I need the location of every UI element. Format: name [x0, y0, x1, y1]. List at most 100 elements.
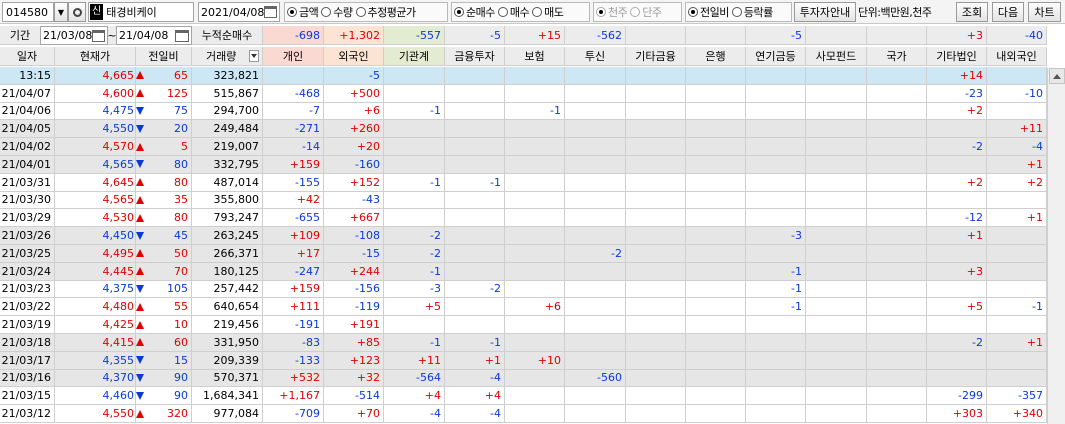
table-row[interactable]: 21/03/16 4,370 90 570,371 +532 +32 -564 -4 -560 — [0, 369, 1047, 388]
stock-code-input[interactable]: 014580 — [2, 2, 54, 22]
cumulative-net-buy-label: 누적순매수 — [192, 26, 263, 45]
investor-value-cell — [384, 209, 445, 228]
table-row[interactable]: 21/04/06 4,475 75 294,700 -7 +6 -1 -1 +2 — [0, 102, 1047, 121]
period-label: 기간 — [0, 26, 40, 45]
stock-name-field[interactable]: 신 태경비케이 — [88, 2, 194, 22]
table-row[interactable]: 21/03/26 4,450 45 263,245 +109 -108 -2 -3 +1 — [0, 227, 1047, 245]
column-header-16[interactable]: 내외국인 — [987, 47, 1047, 66]
volume-cell: 793,247 — [192, 209, 263, 228]
period-from-input[interactable]: 21/03/08 — [40, 26, 108, 45]
stock-code-dropdown-button[interactable]: ▼ — [54, 2, 68, 22]
chart-button[interactable]: 차트 — [1028, 2, 1061, 22]
column-header-label: 국가 — [886, 50, 907, 63]
scroll-up-arrow-icon[interactable] — [1049, 68, 1065, 84]
mode-radio-1[interactable]: 수량 — [321, 4, 353, 20]
vertical-scrollbar[interactable] — [1047, 68, 1065, 424]
column-header-8[interactable]: 보험 — [505, 47, 565, 66]
column-header-0[interactable]: 일자 — [0, 47, 55, 66]
price-cell: 4,550 — [55, 405, 136, 423]
table-row[interactable]: 21/03/15 4,460 90 1,684,341 +1,167 -514 +4 +4 -2… — [0, 387, 1047, 406]
trade-radio-2[interactable]: 매도 — [532, 4, 564, 20]
column-header-4[interactable]: 개인 — [263, 47, 324, 66]
column-header-13[interactable]: 사모펀드 — [806, 47, 867, 66]
investor-value-cell — [867, 227, 927, 245]
column-header-15[interactable]: 기타법인 — [927, 47, 987, 66]
table-row[interactable]: 21/03/29 4,530 80 793,247 -655 +667 -12 +1 — [0, 209, 1047, 228]
investor-value-cell — [806, 316, 867, 334]
unit-radio-group: 천주 단주 — [593, 2, 682, 22]
investor-value-cell: -3 — [746, 227, 806, 245]
table-row[interactable]: 21/04/07 4,600 125 515,867 -468 +500 -23 -10 — [0, 84, 1047, 103]
investor-value-cell: +10 — [505, 351, 565, 370]
change-cell: 5 — [136, 138, 192, 156]
column-header-7[interactable]: 금융투자 — [445, 47, 505, 66]
change-value: 60 — [174, 335, 188, 349]
column-header-2[interactable]: 전일비 — [136, 47, 192, 66]
change-value: 45 — [174, 229, 188, 243]
next-button[interactable]: 다음 — [992, 2, 1024, 22]
table-row[interactable]: 13:15 4,665 65 323,821 -5 +14 — [0, 67, 1047, 85]
table-row[interactable]: 21/03/18 4,415 60 331,950 -83 +85 -1 -1 -2 +1 — [0, 334, 1047, 352]
investor-value-cell — [384, 84, 445, 103]
investor-value-cell — [445, 245, 505, 263]
period-from-text: 21/03/08 — [43, 29, 93, 42]
column-dropdown-icon[interactable] — [249, 50, 259, 62]
change-cell: 90 — [136, 369, 192, 388]
calendar-icon[interactable] — [175, 29, 189, 42]
table-row[interactable]: 21/03/23 4,375 105 257,442 +159 -156 -3 -2 -1 — [0, 280, 1047, 299]
trade-radio-1[interactable]: 매수 — [497, 4, 530, 20]
triangle-up-icon — [136, 178, 144, 187]
date-input[interactable]: 2021/04/08 — [198, 2, 280, 22]
compare-radio-1[interactable]: 등락률 — [731, 4, 773, 20]
investor-value-cell — [867, 191, 927, 210]
investor-guide-button[interactable]: 투자자안내 — [794, 2, 856, 22]
column-header-1[interactable]: 현재가 — [55, 47, 136, 66]
investor-value-cell — [867, 262, 927, 281]
calendar-icon[interactable] — [264, 6, 277, 18]
compare-radio-0[interactable]: 전일비 — [688, 4, 729, 20]
column-header-14[interactable]: 국가 — [867, 47, 927, 66]
investor-value-cell — [927, 120, 987, 139]
table-row[interactable]: 21/04/05 4,550 20 249,484 -271 +260 +11 — [0, 120, 1047, 139]
table-row[interactable]: 21/03/12 4,550 320 977,084 -709 +70 -4 -4 +303 +3… — [0, 405, 1047, 423]
column-header-9[interactable]: 투신 — [565, 47, 626, 66]
table-row[interactable]: 21/04/01 4,565 80 332,795 +159 -160 +1 — [0, 156, 1047, 174]
investor-value-cell: +667 — [324, 209, 384, 228]
date-cell: 21/03/29 — [0, 209, 55, 228]
radio-dot-icon — [532, 7, 543, 17]
table-row[interactable]: 21/03/31 4,645 80 487,014 -155 +152 -1 -1 +2 +2 — [0, 173, 1047, 192]
investor-value-cell — [806, 245, 867, 263]
trade-radio-0[interactable]: 순매수 — [454, 4, 495, 20]
table-row[interactable]: 21/03/25 4,495 50 266,371 +17 -15 -2 -2 — [0, 245, 1047, 263]
column-header-6[interactable]: 기관계 — [384, 47, 445, 66]
table-row[interactable]: 21/04/02 4,570 5 219,007 -14 +20 -2 -4 — [0, 138, 1047, 156]
investor-value-cell — [384, 191, 445, 210]
triangle-down-icon — [136, 284, 144, 293]
table-row[interactable]: 21/03/24 4,445 70 180,125 -247 +244 -1 -1 +3 — [0, 262, 1047, 281]
column-header-5[interactable]: 외국인 — [324, 47, 384, 66]
cumulative-total-cell — [686, 26, 746, 45]
table-row[interactable]: 21/03/19 4,425 10 219,456 -191 +191 — [0, 316, 1047, 334]
change-value: 80 — [174, 211, 188, 225]
table-row[interactable]: 21/03/22 4,480 55 640,654 +111 -119 +5 +6 -1 +5 -1 — [0, 298, 1047, 317]
mode-radio-0[interactable]: 금액 — [287, 4, 319, 20]
investor-value-cell — [565, 387, 626, 406]
investor-value-cell — [626, 245, 686, 263]
period-to-input[interactable]: 21/04/08 — [116, 26, 192, 45]
change-cell: 320 — [136, 405, 192, 423]
investor-value-cell: +5 — [384, 298, 445, 317]
date-cell: 21/04/07 — [0, 84, 55, 103]
table-row[interactable]: 21/03/30 4,565 35 355,800 +42 -43 — [0, 191, 1047, 210]
query-button[interactable]: 조회 — [956, 2, 988, 22]
stock-search-button[interactable] — [68, 2, 86, 22]
column-header-label: 외국인 — [338, 50, 369, 63]
column-header-11[interactable]: 은행 — [686, 47, 746, 66]
investor-value-cell — [686, 280, 746, 299]
column-header-10[interactable]: 기타금융 — [626, 47, 686, 66]
column-header-3[interactable]: 거래량 — [192, 47, 263, 66]
investor-value-cell: -83 — [263, 334, 324, 352]
table-row[interactable]: 21/03/17 4,355 15 209,339 -133 +123 +11 +1 +10 — [0, 351, 1047, 370]
calendar-icon[interactable] — [92, 29, 105, 42]
mode-radio-2[interactable]: 추정평균가 — [355, 4, 416, 20]
column-header-12[interactable]: 연기금등 — [746, 47, 806, 66]
